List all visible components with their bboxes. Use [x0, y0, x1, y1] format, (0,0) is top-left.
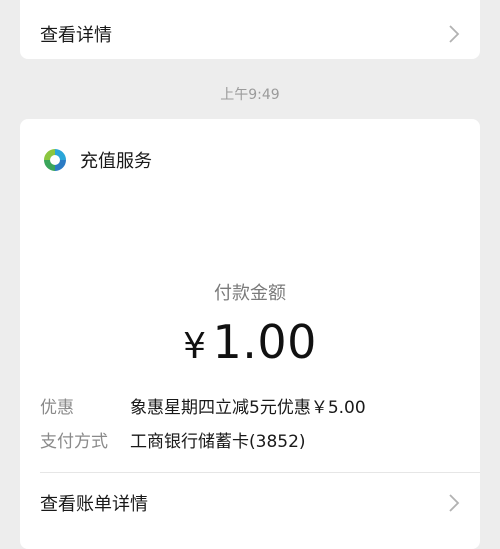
amount-value: 1.00 [212, 315, 317, 369]
discount-row: 优惠 象惠星期四立减5元优惠￥5.00 [40, 391, 460, 419]
previous-message-card: 查看详情 [20, 0, 480, 59]
chevron-right-icon [448, 493, 460, 513]
payment-method-row: 支付方式 工商银行储蓄卡(3852) [40, 425, 460, 453]
divider [40, 472, 480, 473]
service-header[interactable]: 充值服务 [42, 145, 152, 175]
chevron-right-icon [448, 24, 460, 44]
discount-value: 象惠星期四立减5元优惠￥5.00 [130, 397, 366, 418]
service-name: 充值服务 [80, 151, 152, 172]
discount-label: 优惠 [40, 397, 74, 418]
payment-method-value: 工商银行储蓄卡(3852) [130, 431, 306, 452]
view-bill-details-label: 查看账单详情 [40, 494, 148, 515]
view-details-label: 查看详情 [40, 25, 112, 46]
view-bill-details-link[interactable]: 查看账单详情 [20, 481, 480, 525]
message-timestamp: 上午9:49 [220, 87, 280, 103]
payment-notification-card: 充值服务 付款金额 ¥1.00 优惠 象惠星期四立减5元优惠￥5.00 支付方式… [20, 119, 480, 549]
payment-method-label: 支付方式 [40, 431, 108, 452]
payment-amount: ¥1.00 [20, 315, 480, 369]
currency-symbol: ¥ [183, 326, 207, 367]
view-details-link[interactable]: 查看详情 [20, 12, 480, 56]
payment-amount-label: 付款金额 [214, 283, 286, 304]
recharge-service-logo-icon [42, 147, 68, 173]
